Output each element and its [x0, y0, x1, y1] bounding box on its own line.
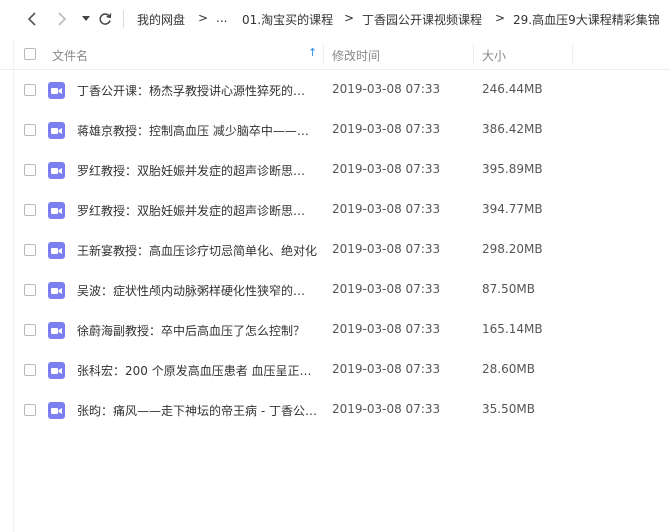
file-modified: 2019-03-08 07:33 — [332, 122, 441, 136]
file-name[interactable]: 张科宏：200 个原发高血压患者 血压呈正常化 — [77, 362, 317, 379]
file-size: 28.60MB — [482, 362, 535, 376]
file-name[interactable]: 吴波：症状性颅内动脉粥样硬化性狭窄的血管内治疗 — [77, 282, 317, 299]
row-checkbox[interactable] — [24, 84, 36, 96]
refresh-button[interactable] — [95, 9, 115, 29]
file-name[interactable]: 罗红教授：双胎妊娠并发症的超声诊断思路与临床 — [77, 202, 317, 219]
history-dropdown-button[interactable] — [76, 9, 96, 29]
table-row[interactable]: 张昀：痛风——走下神坛的帝王病 - 丁香公开课 2019-03-08 07:33… — [0, 390, 670, 430]
file-size: 165.14MB — [482, 322, 543, 336]
breadcrumb-item-ellipsis[interactable]: ... — [216, 11, 227, 25]
file-size: 87.50MB — [482, 282, 535, 296]
column-header-size[interactable]: 大小 — [482, 47, 506, 64]
caret-down-icon — [82, 16, 90, 21]
file-size: 395.89MB — [482, 162, 543, 176]
file-size: 246.44MB — [482, 82, 543, 96]
table-row[interactable]: 吴波：症状性颅内动脉粥样硬化性狭窄的血管内治疗 2019-03-08 07:33… — [0, 270, 670, 310]
select-all-checkbox[interactable] — [24, 48, 36, 60]
video-file-icon — [48, 402, 65, 419]
row-checkbox[interactable] — [24, 124, 36, 136]
file-name[interactable]: 徐蔚海副教授：卒中后高血压了怎么控制？ — [77, 322, 317, 339]
breadcrumb-separator: > — [198, 11, 209, 25]
chevron-left-icon — [27, 12, 36, 26]
breadcrumb-separator: > — [495, 11, 506, 25]
refresh-icon — [99, 13, 112, 25]
video-file-icon — [48, 282, 65, 299]
table-header: 文件名 ↑ 修改时间 大小 — [0, 38, 670, 70]
video-file-icon — [48, 162, 65, 179]
file-name[interactable]: 蒋雄京教授：控制高血压 减少脑卒中——高血压防治 — [77, 122, 317, 139]
nav-divider — [123, 10, 124, 28]
video-file-icon — [48, 82, 65, 99]
row-checkbox[interactable] — [24, 204, 36, 216]
video-file-icon — [48, 122, 65, 139]
file-size: 298.20MB — [482, 242, 543, 256]
breadcrumb-separator: > — [344, 11, 355, 25]
video-file-icon — [48, 242, 65, 259]
file-modified: 2019-03-08 07:33 — [332, 202, 441, 216]
column-header-name[interactable]: 文件名 — [52, 47, 88, 64]
table-row[interactable]: 王新宴教授：高血压诊疗切忌简单化、绝对化 2019-03-08 07:33 29… — [0, 230, 670, 270]
column-divider[interactable] — [473, 44, 474, 64]
file-name[interactable]: 罗红教授：双胎妊娠并发症的超声诊断思路与临床 — [77, 162, 317, 179]
row-checkbox[interactable] — [24, 284, 36, 296]
table-row[interactable]: 罗红教授：双胎妊娠并发症的超声诊断思路与临床 2019-03-08 07:33 … — [0, 190, 670, 230]
column-header-modified[interactable]: 修改时间 — [332, 47, 380, 64]
file-modified: 2019-03-08 07:33 — [332, 362, 441, 376]
table-row[interactable]: 张科宏：200 个原发高血压患者 血压呈正常化 2019-03-08 07:33… — [0, 350, 670, 390]
file-modified: 2019-03-08 07:33 — [332, 322, 441, 336]
video-file-icon — [48, 202, 65, 219]
row-checkbox[interactable] — [24, 404, 36, 416]
breadcrumb-item-folder-2[interactable]: 丁香园公开课视频课程 — [362, 11, 482, 28]
file-modified: 2019-03-08 07:33 — [332, 402, 441, 416]
file-name[interactable]: 丁香公开课：杨杰孚教授讲心源性猝死的概念与预防 — [77, 82, 317, 99]
navigation-bar: 我的网盘 > ... 01.淘宝买的课程 > 丁香园公开课视频课程 > 29.高… — [0, 0, 670, 38]
video-file-icon — [48, 322, 65, 339]
column-divider[interactable] — [323, 44, 324, 64]
breadcrumb-item-folder-1[interactable]: 01.淘宝买的课程 — [242, 11, 333, 28]
file-size: 35.50MB — [482, 402, 535, 416]
table-row[interactable]: 徐蔚海副教授：卒中后高血压了怎么控制？ 2019-03-08 07:33 165… — [0, 310, 670, 350]
chevron-right-icon — [58, 12, 67, 26]
breadcrumb-item-current[interactable]: 29.高血压9大课程精彩集锦 — [513, 11, 670, 28]
file-size: 394.77MB — [482, 202, 543, 216]
file-name[interactable]: 张昀：痛风——走下神坛的帝王病 - 丁香公开课 — [77, 402, 317, 419]
row-checkbox[interactable] — [24, 164, 36, 176]
table-row[interactable]: 蒋雄京教授：控制高血压 减少脑卒中——高血压防治 2019-03-08 07:3… — [0, 110, 670, 150]
file-name[interactable]: 王新宴教授：高血压诊疗切忌简单化、绝对化 — [77, 242, 317, 259]
row-checkbox[interactable] — [24, 364, 36, 376]
sort-ascending-icon[interactable]: ↑ — [308, 46, 317, 59]
row-checkbox[interactable] — [24, 244, 36, 256]
file-modified: 2019-03-08 07:33 — [332, 82, 441, 96]
table-row[interactable]: 罗红教授：双胎妊娠并发症的超声诊断思路与临床 2019-03-08 07:33 … — [0, 150, 670, 190]
file-modified: 2019-03-08 07:33 — [332, 162, 441, 176]
back-button[interactable] — [22, 9, 42, 29]
video-file-icon — [48, 362, 65, 379]
file-size: 386.42MB — [482, 122, 543, 136]
file-modified: 2019-03-08 07:33 — [332, 242, 441, 256]
breadcrumb-item-root[interactable]: 我的网盘 — [137, 11, 185, 28]
forward-button[interactable] — [52, 9, 72, 29]
table-row[interactable]: 丁香公开课：杨杰孚教授讲心源性猝死的概念与预防 2019-03-08 07:33… — [0, 70, 670, 110]
column-divider[interactable] — [572, 44, 573, 64]
file-modified: 2019-03-08 07:33 — [332, 282, 441, 296]
row-checkbox[interactable] — [24, 324, 36, 336]
